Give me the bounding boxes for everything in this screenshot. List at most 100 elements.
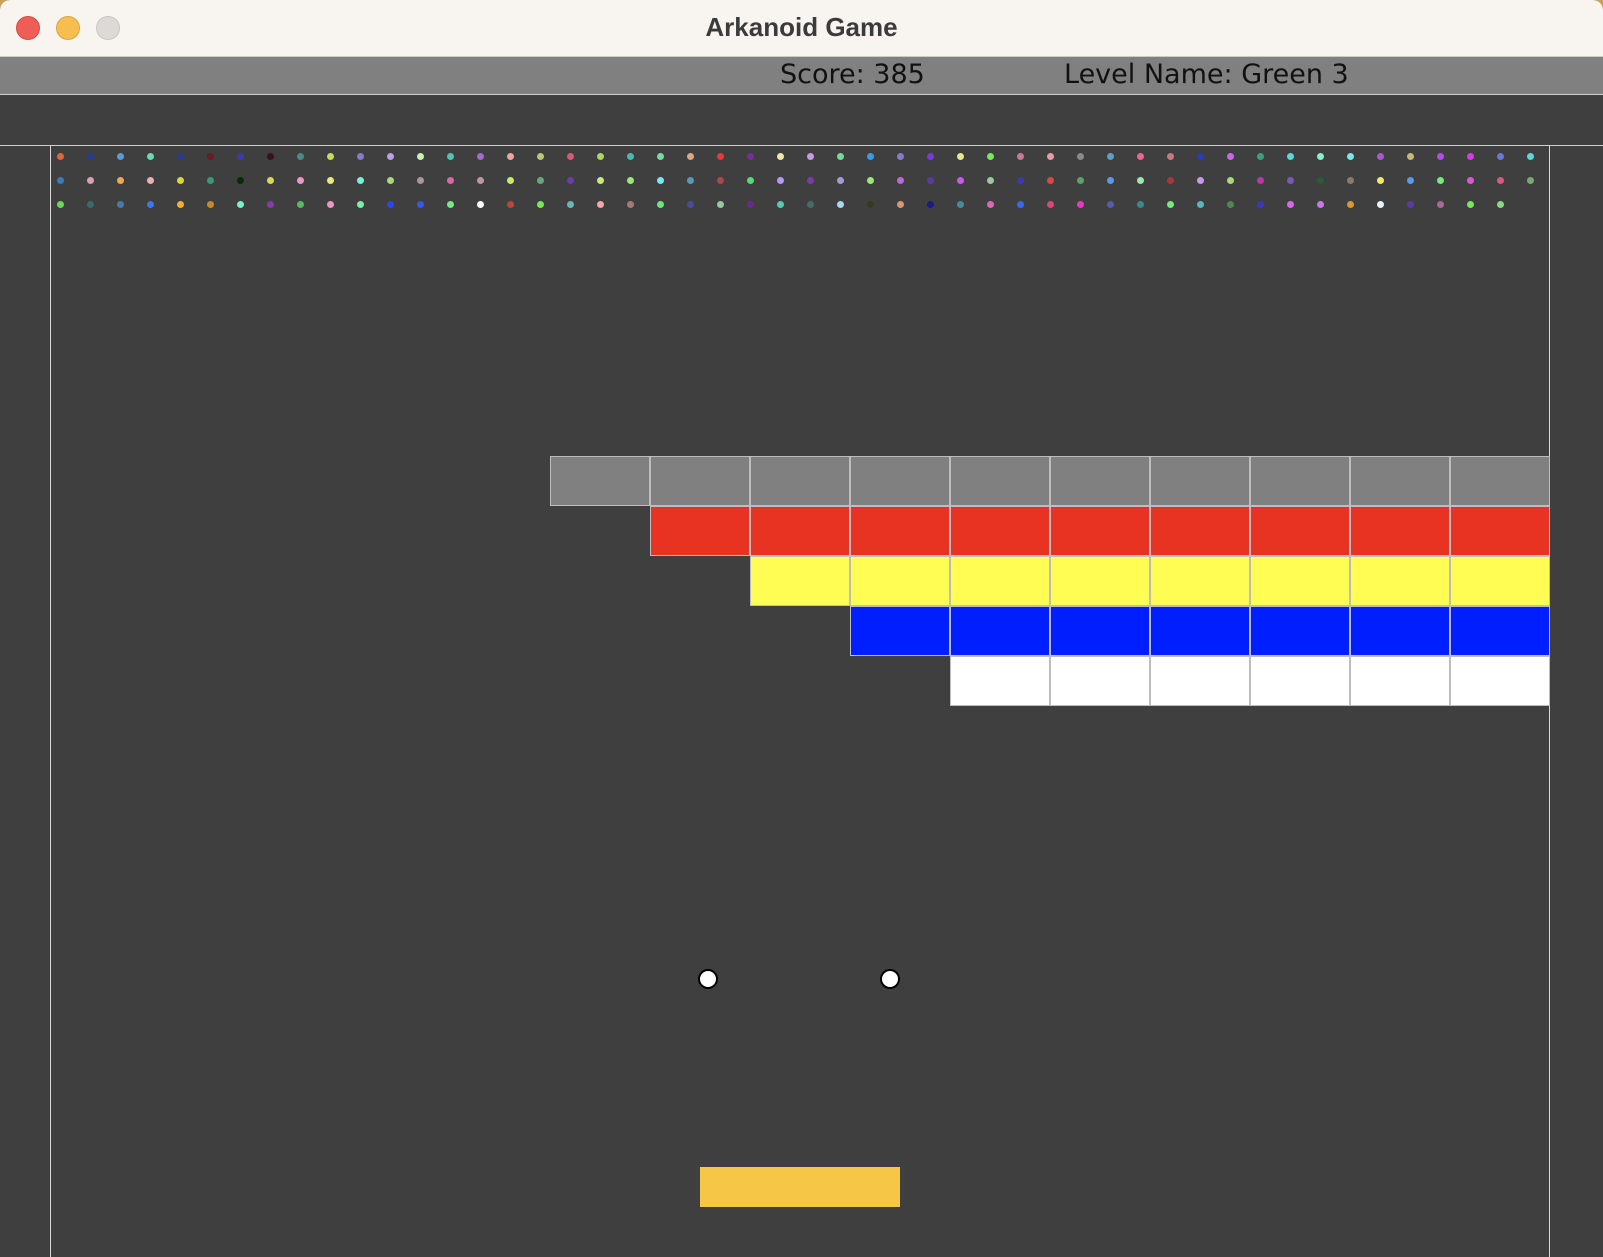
brick	[1450, 656, 1550, 706]
confetti-dot	[447, 201, 454, 208]
brick	[1350, 606, 1450, 656]
confetti-dot	[687, 201, 694, 208]
confetti-dot	[507, 177, 514, 184]
confetti-dot	[1137, 153, 1144, 160]
confetti-dot	[1527, 177, 1534, 184]
confetti-dot	[957, 153, 964, 160]
confetti-dot	[447, 177, 454, 184]
confetti-dot	[927, 177, 934, 184]
title-bar: Arkanoid Game	[0, 0, 1603, 57]
confetti-dot	[117, 177, 124, 184]
confetti-dot	[747, 153, 754, 160]
confetti-dot	[1047, 177, 1054, 184]
confetti-dot	[777, 177, 784, 184]
confetti-dot	[447, 153, 454, 160]
confetti-dot	[867, 177, 874, 184]
confetti-dot	[417, 177, 424, 184]
confetti-dot	[1497, 177, 1504, 184]
confetti-dot	[477, 153, 484, 160]
paddle[interactable]	[700, 1167, 900, 1207]
confetti-dot	[657, 153, 664, 160]
confetti-dot	[627, 201, 634, 208]
confetti-dot	[477, 201, 484, 208]
confetti-dot	[237, 177, 244, 184]
confetti-dot	[927, 153, 934, 160]
confetti-dot	[627, 153, 634, 160]
confetti-dot	[897, 153, 904, 160]
confetti-dot	[57, 153, 64, 160]
confetti-dot	[297, 177, 304, 184]
confetti-dot	[147, 201, 154, 208]
confetti-dot	[537, 201, 544, 208]
confetti-dot	[1347, 201, 1354, 208]
confetti-dot	[237, 201, 244, 208]
confetti-dot	[987, 153, 994, 160]
confetti-dot	[57, 177, 64, 184]
confetti-dot	[267, 177, 274, 184]
confetti-dot	[777, 201, 784, 208]
brick	[1150, 556, 1250, 606]
confetti-dot	[1257, 177, 1264, 184]
brick	[750, 456, 850, 506]
confetti-dot	[1077, 177, 1084, 184]
confetti-dot	[657, 201, 664, 208]
confetti-dot	[1137, 201, 1144, 208]
brick	[950, 556, 1050, 606]
confetti-dot	[1227, 153, 1234, 160]
confetti-dot	[717, 201, 724, 208]
left-wall	[50, 146, 51, 1257]
brick	[1350, 556, 1450, 606]
confetti-dot	[1107, 153, 1114, 160]
confetti-dot	[1497, 201, 1504, 208]
confetti-dot	[1107, 177, 1114, 184]
brick	[1450, 556, 1550, 606]
confetti-dot	[477, 177, 484, 184]
confetti-dot	[357, 153, 364, 160]
confetti-dot	[1077, 153, 1084, 160]
confetti-dot	[1047, 153, 1054, 160]
confetti-dot	[1017, 201, 1024, 208]
confetti-dot	[1017, 153, 1024, 160]
confetti-dot	[537, 153, 544, 160]
confetti-dot	[1407, 201, 1414, 208]
confetti-dot	[717, 177, 724, 184]
confetti-dot	[387, 201, 394, 208]
confetti-dot	[1407, 153, 1414, 160]
confetti-dot	[837, 201, 844, 208]
confetti-dot	[987, 177, 994, 184]
confetti-dot	[1137, 177, 1144, 184]
confetti-dot	[957, 177, 964, 184]
confetti-dot	[1467, 201, 1474, 208]
confetti-dot	[1377, 153, 1384, 160]
confetti-dot	[117, 201, 124, 208]
confetti-dot	[597, 177, 604, 184]
confetti-dot	[57, 201, 64, 208]
confetti-dot	[297, 201, 304, 208]
confetti-dot	[327, 177, 334, 184]
confetti-dot	[717, 153, 724, 160]
brick	[1050, 456, 1150, 506]
confetti-dot	[1407, 177, 1414, 184]
ball	[698, 969, 718, 989]
confetti-dot	[1287, 201, 1294, 208]
confetti-dot	[1197, 153, 1204, 160]
confetti-dot	[327, 153, 334, 160]
confetti-dot	[1017, 177, 1024, 184]
confetti-dot	[1377, 177, 1384, 184]
confetti-dot	[597, 201, 604, 208]
brick	[1150, 506, 1250, 556]
confetti-dot	[597, 153, 604, 160]
confetti-dot	[207, 201, 214, 208]
confetti-dot	[87, 177, 94, 184]
brick	[1150, 456, 1250, 506]
confetti-dot	[87, 201, 94, 208]
confetti-dot	[147, 177, 154, 184]
brick	[550, 456, 650, 506]
confetti-dot	[1257, 153, 1264, 160]
ball	[880, 969, 900, 989]
brick	[1250, 556, 1350, 606]
confetti-dot	[807, 153, 814, 160]
confetti-dot	[1347, 177, 1354, 184]
confetti-dot	[177, 201, 184, 208]
brick	[1350, 456, 1450, 506]
